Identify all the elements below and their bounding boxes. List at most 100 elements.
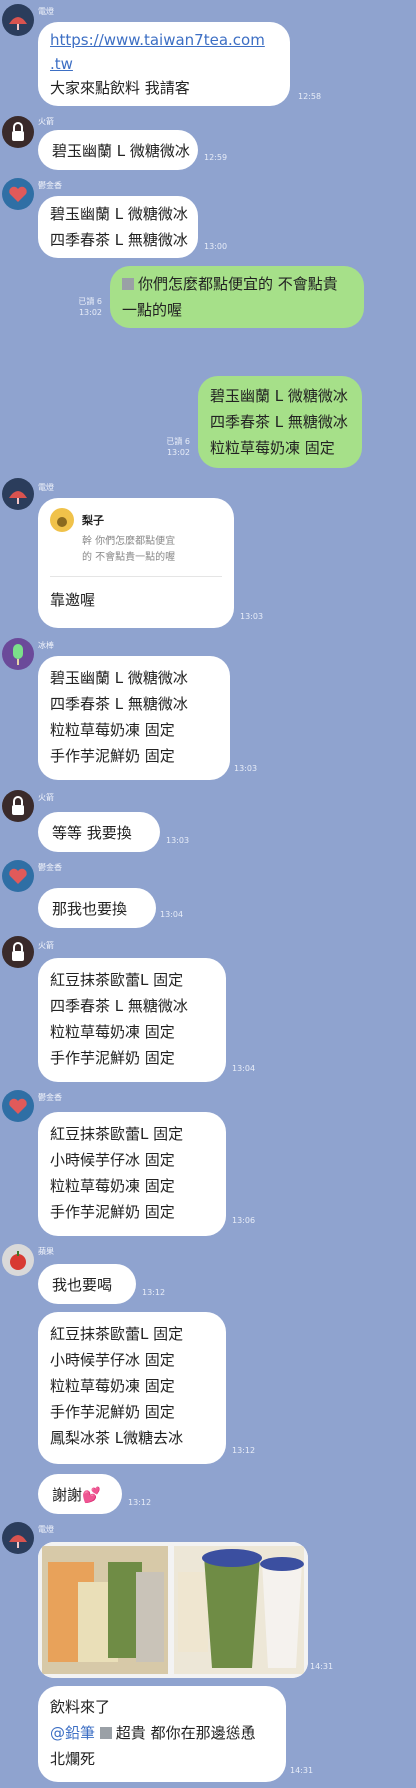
message-bubble-outgoing[interactable]: 你們怎麼都點便宜的 不會點貴 一點的喔 — [110, 266, 364, 328]
sender-name: 鬱金香 — [38, 181, 62, 190]
message-bubble[interactable]: 等等 我要換 — [38, 812, 160, 852]
message-time: 13:12 — [232, 1446, 256, 1455]
lamp-icon — [9, 491, 27, 504]
sender-name: 火箭 — [38, 117, 54, 126]
message-text: @鉛筆 超貴 都你在那邊慫恿 — [50, 1724, 256, 1742]
message-text: 手作芋泥鮮奶 固定 — [50, 1203, 175, 1221]
message-text: 手作芋泥鮮奶 固定 — [50, 1403, 175, 1421]
message-time: 12:58 — [298, 92, 322, 101]
read-count: 已讀 6 — [166, 437, 190, 446]
message-text: 四季春茶 L 無糖微冰 — [50, 997, 188, 1015]
avatar-lamp[interactable] — [2, 478, 34, 510]
message-text: 紅豆抹茶歐蕾L 固定 — [50, 1125, 184, 1143]
message-link[interactable]: https://www.taiwan7tea.com — [50, 28, 278, 52]
message-text: 那我也要換 — [52, 900, 128, 918]
message-bubble[interactable]: 碧玉幽蘭 L 微糖微冰 四季春茶 L 無糖微冰 粒粒草莓奶凍 固定 手作芋泥鮮奶… — [38, 656, 230, 780]
sender-name: 冰棒 — [38, 641, 54, 650]
sender-name: 火箭 — [38, 941, 54, 950]
message-text: 粒粒草莓奶凍 固定 — [50, 721, 175, 739]
message-text: 四季春茶 L 無糖微冰 — [210, 413, 348, 431]
avatar-pear — [50, 508, 74, 532]
avatar-rocket[interactable] — [2, 936, 34, 968]
message-text: 粒粒草莓奶凍 固定 — [210, 439, 335, 457]
message-text: 碧玉幽蘭 L 微糖微冰 — [210, 387, 348, 405]
drinks-photo — [38, 1542, 308, 1678]
heart-icon — [9, 868, 27, 884]
redacted-icon — [99, 1727, 112, 1739]
message-text: 大家來點飲料 我請客 — [50, 79, 190, 97]
message-time: 14:31 — [290, 1766, 314, 1775]
message-time: 13:02 — [78, 308, 102, 317]
mention-link[interactable]: @鉛筆 — [50, 1724, 95, 1742]
message-bubble[interactable]: 碧玉幽蘭 L 微糖微冰 四季春茶 L 無糖微冰 — [38, 196, 198, 258]
message-bubble-outgoing[interactable]: 碧玉幽蘭 L 微糖微冰 四季春茶 L 無糖微冰 粒粒草莓奶凍 固定 — [198, 376, 362, 468]
message-text: 小時候芋仔冰 固定 — [50, 1351, 175, 1369]
message-text: 飲料來了 — [50, 1698, 111, 1716]
message-text: 碧玉幽蘭 L 微糖微冰 — [50, 669, 188, 687]
quoted-sender: 梨子 — [82, 514, 104, 527]
quoted-message[interactable]: 梨子 幹 你們怎麼都點便宜 的 不會點貴一點的喔 — [50, 508, 222, 566]
read-receipt: 已讀 6 13:02 — [62, 296, 102, 318]
message-time: 13:03 — [166, 836, 190, 845]
photo-message[interactable] — [38, 1542, 308, 1678]
lock-icon — [12, 796, 24, 815]
avatar-tulip[interactable] — [2, 860, 34, 892]
message-link-continued[interactable]: .tw — [50, 52, 278, 76]
message-text: 紅豆抹茶歐蕾L 固定 — [50, 1325, 184, 1343]
message-text: 四季春茶 L 無糖微冰 — [50, 695, 188, 713]
quoted-text: 的 不會點貴一點的喔 — [82, 552, 176, 563]
message-time: 12:59 — [204, 153, 228, 162]
lock-icon — [12, 122, 24, 141]
message-text: 粒粒草莓奶凍 固定 — [50, 1377, 175, 1395]
message-text: 四季春茶 L 無糖微冰 — [50, 231, 188, 249]
avatar-lamp[interactable] — [2, 1522, 34, 1554]
pear-icon — [57, 517, 67, 527]
message-bubble[interactable]: 紅豆抹茶歐蕾L 固定 小時候芋仔冰 固定 粒粒草莓奶凍 固定 手作芋泥鮮奶 固定 — [38, 1112, 226, 1236]
message-time: 13:12 — [142, 1288, 166, 1297]
avatar-lamp[interactable] — [2, 4, 34, 36]
message-text: 等等 我要換 — [52, 824, 132, 842]
message-bubble[interactable]: 紅豆抹茶歐蕾L 固定 四季春茶 L 無糖微冰 粒粒草莓奶凍 固定 手作芋泥鮮奶 … — [38, 958, 226, 1082]
sender-name: 蘋果 — [38, 1247, 54, 1256]
message-bubble[interactable]: 我也要喝 — [38, 1264, 136, 1304]
message-text: 碧玉幽蘭 L 微糖微冰 — [52, 142, 190, 160]
avatar-tulip[interactable] — [2, 178, 34, 210]
avatar-apple[interactable] — [2, 1244, 34, 1276]
avatar-tulip[interactable] — [2, 1090, 34, 1122]
message-bubble-reply[interactable]: 梨子 幹 你們怎麼都點便宜 的 不會點貴一點的喔 靠邀喔 — [38, 498, 234, 628]
message-time: 13:02 — [166, 448, 190, 457]
message-text: 北爛死 — [50, 1750, 96, 1768]
message-bubble[interactable]: https://www.taiwan7tea.com .tw 大家來點飲料 我請… — [38, 22, 290, 106]
message-time: 14:31 — [310, 1662, 334, 1671]
message-text: 謝謝💕 — [52, 1486, 101, 1504]
message-text: 一點的喔 — [122, 301, 183, 319]
message-bubble[interactable]: 飲料來了 @鉛筆 超貴 都你在那邊慫恿 北爛死 — [38, 1686, 286, 1782]
message-bubble[interactable]: 紅豆抹茶歐蕾L 固定 小時候芋仔冰 固定 粒粒草莓奶凍 固定 手作芋泥鮮奶 固定… — [38, 1312, 226, 1464]
lamp-icon — [9, 17, 27, 30]
popsicle-icon — [13, 644, 23, 665]
message-time: 13:04 — [160, 910, 184, 919]
sender-name: 電燈 — [38, 1525, 54, 1534]
redacted-icon — [122, 278, 134, 290]
message-bubble[interactable]: 碧玉幽蘭 L 微糖微冰 — [38, 130, 198, 170]
message-time: 13:06 — [232, 1216, 256, 1225]
read-receipt: 已讀 6 13:02 — [150, 436, 190, 458]
avatar-rocket[interactable] — [2, 790, 34, 822]
avatar-rocket[interactable] — [2, 116, 34, 148]
message-text: 碧玉幽蘭 L 微糖微冰 — [50, 205, 188, 223]
sender-name: 鬱金香 — [38, 1093, 62, 1102]
read-count: 已讀 6 — [78, 297, 102, 306]
message-text: 手作芋泥鮮奶 固定 — [50, 1049, 175, 1067]
message-bubble[interactable]: 謝謝💕 — [38, 1474, 122, 1514]
sender-name: 火箭 — [38, 793, 54, 802]
message-bubble[interactable]: 那我也要換 — [38, 888, 156, 928]
message-text: 手作芋泥鮮奶 固定 — [50, 747, 175, 765]
message-time: 13:12 — [128, 1498, 152, 1507]
message-text: 你們怎麼都點便宜的 不會點貴 — [122, 271, 352, 297]
avatar-popsicle[interactable] — [2, 638, 34, 670]
quoted-text: 幹 你們怎麼都點便宜 — [82, 536, 176, 547]
message-text: 小時候芋仔冰 固定 — [50, 1151, 175, 1169]
message-time: 13:03 — [240, 612, 264, 621]
sender-name: 電燈 — [38, 7, 54, 16]
message-text: 粒粒草莓奶凍 固定 — [50, 1023, 175, 1041]
